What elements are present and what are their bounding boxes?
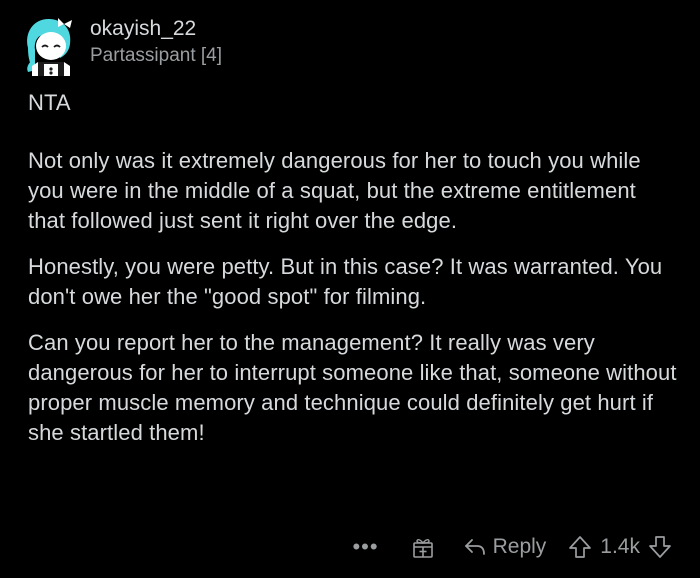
vote-controls: 1.4k xyxy=(568,535,672,559)
reply-button[interactable]: Reply xyxy=(463,535,547,559)
user-meta: okayish_22 Partassipant [4] xyxy=(90,16,222,68)
comment-paragraph: Not only was it extremely dangerous for … xyxy=(28,148,641,233)
more-options-button[interactable]: ••• xyxy=(352,536,378,558)
comment-header: okayish_22 Partassipant [4] xyxy=(18,12,222,78)
comment: okayish_22 Partassipant [4] NTA Not only… xyxy=(0,0,700,578)
avatar[interactable] xyxy=(18,14,78,76)
reply-arrow-icon xyxy=(464,539,485,555)
upvote-arrow-icon xyxy=(569,536,592,558)
gift-icon xyxy=(412,539,433,558)
downvote-button[interactable] xyxy=(648,535,672,559)
vote-score: 1.4k xyxy=(600,535,640,558)
comment-paragraph: Can you report her to the management? It… xyxy=(28,330,677,445)
award-button[interactable] xyxy=(411,535,435,559)
comment-paragraph: Honestly, you were petty. But in this ca… xyxy=(28,254,663,309)
username[interactable]: okayish_22 xyxy=(90,16,222,42)
upvote-button[interactable] xyxy=(568,535,592,559)
downvote-arrow-icon xyxy=(649,536,671,558)
comment-actions: ••• Reply 1.4k xyxy=(352,528,672,566)
comment-body: NTA Not only was it extremely dangerous … xyxy=(28,88,678,464)
comment-paragraph: NTA xyxy=(28,90,71,115)
user-flair: Partassipant [4] xyxy=(90,45,223,66)
avatar-icon xyxy=(27,18,72,76)
reply-label: Reply xyxy=(492,535,547,558)
